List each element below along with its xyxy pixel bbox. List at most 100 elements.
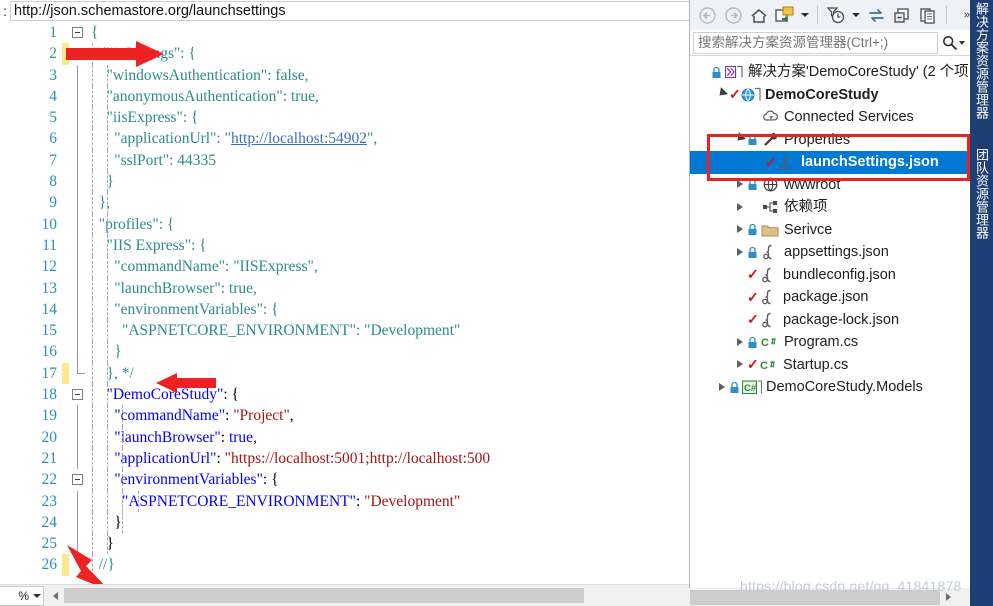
scroll-left-button[interactable] bbox=[47, 587, 64, 604]
search-button[interactable] bbox=[938, 32, 968, 54]
code-line[interactable]: 21 "applicationUrl": "https://localhost:… bbox=[0, 447, 689, 470]
code-line[interactable]: 3 "windowsAuthentication": false, bbox=[0, 64, 689, 86]
tree-item-package-lock.json[interactable]: ✓ package-lock.json bbox=[690, 309, 971, 332]
code-line[interactable]: 26 //} bbox=[0, 554, 689, 576]
fold-column[interactable] bbox=[69, 511, 91, 534]
back-arrow-icon[interactable] bbox=[695, 3, 719, 27]
schema-url-input[interactable] bbox=[10, 1, 689, 21]
sync-with-document-icon[interactable] bbox=[773, 3, 797, 27]
tree-item-node-6[interactable]: 依赖项 bbox=[690, 196, 971, 219]
tree-item-appsettings.json[interactable]: appsettings.json bbox=[690, 241, 971, 264]
fold-column[interactable] bbox=[69, 64, 91, 86]
tree-item-democorestudy-2[interactable]: 解决方案'DemoCoreStudy' (2 个项目 bbox=[690, 61, 971, 84]
code-line[interactable]: 10 "profiles": { bbox=[0, 213, 689, 235]
fold-column[interactable] bbox=[69, 405, 91, 427]
scroll-thumb[interactable] bbox=[64, 588, 584, 603]
code-line[interactable]: 2 /*"iisSettings": { bbox=[0, 43, 689, 65]
collapse-all-icon[interactable] bbox=[890, 3, 914, 27]
code-line[interactable]: 14 "environmentVariables": { bbox=[0, 298, 689, 321]
chevron-right-icon[interactable] bbox=[732, 196, 747, 218]
vertical-tab-team-explorer[interactable]: 团队资源管理器 bbox=[970, 148, 993, 239]
fold-column[interactable] bbox=[69, 447, 91, 470]
forward-arrow-icon[interactable] bbox=[721, 3, 745, 27]
tree-item-democorestudy.models[interactable]: C# DemoCoreStudy.Models bbox=[690, 376, 971, 399]
tree-item-package.json[interactable]: ✓ package.json bbox=[690, 286, 971, 309]
tree-item-democorestudy[interactable]: ✓ DemoCoreStudy bbox=[690, 84, 971, 107]
fold-column[interactable] bbox=[69, 171, 91, 193]
fold-column[interactable] bbox=[69, 128, 91, 150]
tree-item-program.cs[interactable]: C Program.cs bbox=[690, 331, 971, 354]
pending-changes-filter-icon[interactable] bbox=[824, 3, 848, 27]
code-line[interactable]: 18 "DemoCoreStudy": { bbox=[0, 384, 689, 406]
tree-item-serivce[interactable]: Serivce bbox=[690, 219, 971, 242]
fold-column[interactable] bbox=[69, 426, 91, 448]
tree-item-launchsettings.json[interactable]: ✓ launchSettings.json bbox=[690, 151, 971, 174]
refresh-icon[interactable] bbox=[864, 3, 888, 27]
fold-column[interactable] bbox=[69, 341, 91, 363]
fold-column[interactable] bbox=[69, 554, 91, 575]
code-line[interactable]: 20 "launchBrowser": true, bbox=[0, 426, 689, 448]
fold-column[interactable] bbox=[69, 256, 91, 278]
code-line[interactable]: 25 } bbox=[0, 533, 689, 555]
fold-column[interactable] bbox=[69, 320, 91, 342]
code-line[interactable]: 24 } bbox=[0, 511, 689, 534]
solution-explorer-horizontal-scrollbar[interactable] bbox=[689, 588, 970, 606]
chevron-down-icon[interactable] bbox=[850, 3, 862, 27]
chevron-down-icon[interactable] bbox=[714, 84, 729, 106]
fold-collapse-icon[interactable] bbox=[72, 48, 83, 60]
fold-column[interactable] bbox=[69, 469, 91, 490]
tree-item-bundleconfig.json[interactable]: ✓ bundleconfig.json bbox=[690, 264, 971, 287]
code-line[interactable]: 16 } bbox=[0, 341, 689, 363]
code-line[interactable]: 23 "ASPNETCORE_ENVIRONMENT": "Developmen… bbox=[0, 490, 689, 512]
code-line[interactable]: 7 "sslPort": 44335 bbox=[0, 149, 689, 172]
chevron-right-icon[interactable] bbox=[732, 241, 747, 263]
chevron-down-icon[interactable] bbox=[799, 3, 811, 27]
zoom-level-dropdown[interactable]: % bbox=[0, 585, 44, 606]
chevron-right-icon[interactable] bbox=[714, 376, 729, 398]
fold-column[interactable] bbox=[69, 384, 91, 405]
fold-column[interactable] bbox=[69, 213, 91, 235]
code-surface[interactable]: 1{2/*"iisSettings": {3 "windowsAuthentic… bbox=[0, 22, 689, 584]
fold-column[interactable] bbox=[69, 22, 91, 43]
chevron-right-icon[interactable] bbox=[732, 331, 747, 353]
chevron-right-icon[interactable] bbox=[732, 219, 747, 241]
code-line[interactable]: 9 }, bbox=[0, 192, 689, 214]
fold-column[interactable] bbox=[69, 533, 91, 555]
fold-column[interactable] bbox=[69, 192, 91, 214]
vertical-tab-solution-explorer[interactable]: 解决方案资源管理器 bbox=[970, 2, 993, 119]
show-all-files-icon[interactable] bbox=[916, 3, 940, 27]
chevron-down-icon[interactable] bbox=[732, 129, 747, 151]
horizontal-scrollbar[interactable] bbox=[47, 587, 689, 604]
scroll-track[interactable] bbox=[64, 588, 689, 603]
solution-explorer-tree[interactable]: 解决方案'DemoCoreStudy' (2 个项目 ✓ DemoCoreStudy… bbox=[690, 57, 971, 606]
code-line[interactable]: 15 "ASPNETCORE_ENVIRONMENT": "Developmen… bbox=[0, 320, 689, 342]
code-line[interactable]: 11 "IIS Express": { bbox=[0, 234, 689, 257]
fold-collapse-icon[interactable] bbox=[72, 27, 83, 38]
code-line[interactable]: 4 "anonymousAuthentication": true, bbox=[0, 85, 689, 108]
tree-item-wwwroot[interactable]: wwwroot bbox=[690, 174, 971, 197]
code-line[interactable]: 22 "environmentVariables": { bbox=[0, 469, 689, 491]
toolbar-overflow-button[interactable]: » bbox=[964, 9, 970, 21]
code-line[interactable]: 8 } bbox=[0, 171, 689, 193]
code-line[interactable]: 17 }, */ bbox=[0, 362, 689, 385]
code-line[interactable]: 13 "launchBrowser": true, bbox=[0, 277, 689, 299]
tree-item-startup.cs[interactable]: ✓ C Startup.cs bbox=[690, 354, 971, 377]
scroll-thumb[interactable] bbox=[690, 589, 940, 605]
fold-column[interactable] bbox=[69, 107, 91, 129]
code-line[interactable]: 12 "commandName": "IISExpress", bbox=[0, 256, 689, 278]
fold-column[interactable] bbox=[69, 85, 91, 108]
fold-column[interactable] bbox=[69, 277, 91, 299]
code-line[interactable]: 1{ bbox=[0, 22, 689, 43]
tree-item-properties[interactable]: Properties bbox=[690, 129, 971, 152]
fold-collapse-icon[interactable] bbox=[72, 389, 83, 401]
fold-column[interactable] bbox=[69, 362, 91, 384]
fold-column[interactable] bbox=[69, 234, 91, 257]
fold-column[interactable] bbox=[69, 43, 91, 64]
fold-column[interactable] bbox=[69, 490, 91, 512]
search-input[interactable] bbox=[693, 31, 938, 54]
fold-collapse-icon[interactable] bbox=[72, 474, 83, 486]
code-line[interactable]: 5 "iisExpress": { bbox=[0, 107, 689, 129]
chevron-right-icon[interactable] bbox=[732, 174, 747, 196]
fold-column[interactable] bbox=[69, 298, 91, 321]
code-line[interactable]: 6 "applicationUrl": "http://localhost:54… bbox=[0, 128, 689, 150]
